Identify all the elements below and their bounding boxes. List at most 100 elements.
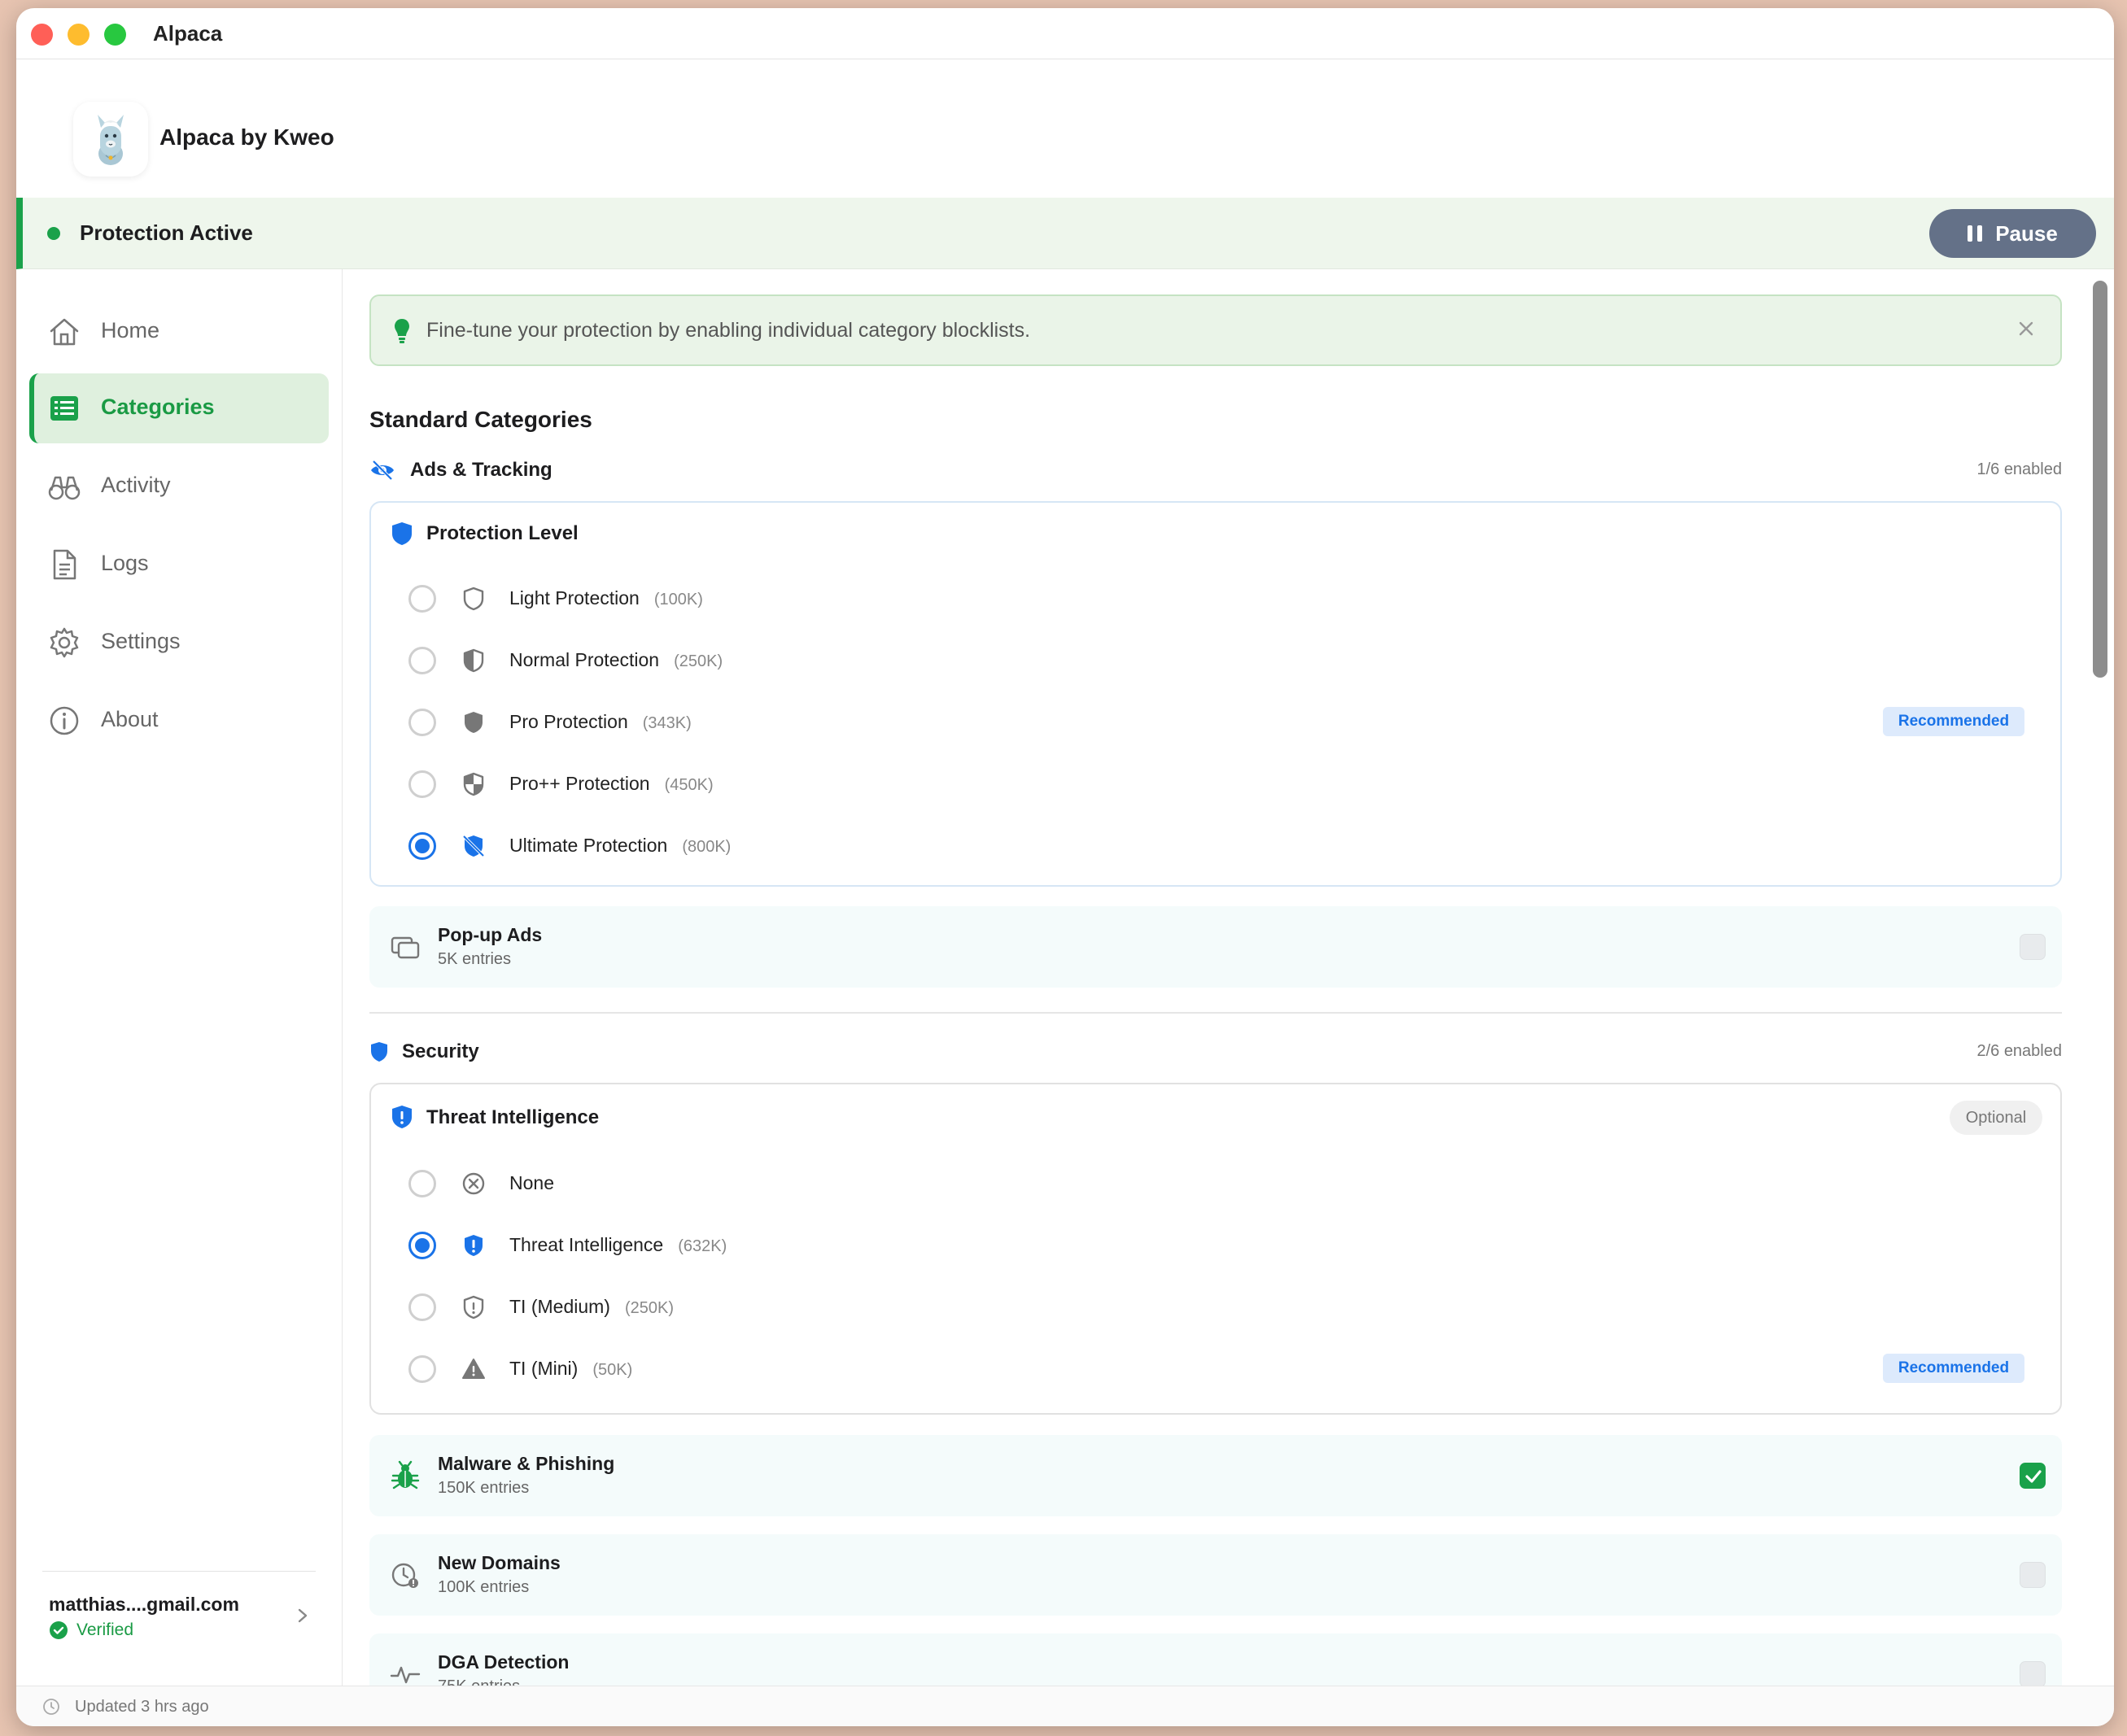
option-ti-mini[interactable]: TI (Mini) (50K) Recommended bbox=[371, 1338, 2060, 1400]
pulse-icon bbox=[390, 1666, 421, 1684]
tip-text: Fine-tune your protection by enabling in… bbox=[426, 319, 1031, 342]
item-title: New Domains bbox=[438, 1552, 561, 1573]
option-label: Pro++ Protection (450K) bbox=[509, 773, 714, 794]
list-icon bbox=[50, 396, 78, 421]
close-window-button[interactable] bbox=[31, 24, 53, 46]
radio-button-selected[interactable] bbox=[408, 1232, 436, 1259]
option-pro-protection[interactable]: Pro Protection (343K) Recommended bbox=[371, 691, 2060, 753]
shield-outline-icon bbox=[463, 587, 484, 611]
pause-icon bbox=[1968, 225, 1983, 242]
sidebar-item-logs[interactable]: Logs bbox=[29, 530, 329, 600]
sidebar-item-home[interactable]: Home bbox=[29, 297, 329, 367]
check-circle-icon bbox=[50, 1621, 68, 1639]
option-label: Normal Protection (250K) bbox=[509, 649, 723, 670]
windows-icon bbox=[391, 936, 420, 959]
shield-icon bbox=[371, 1042, 387, 1062]
home-icon bbox=[50, 318, 79, 346]
shield-slash-icon bbox=[462, 835, 485, 857]
option-label: Ultimate Protection (800K) bbox=[509, 835, 732, 856]
card-title: Protection Level bbox=[426, 522, 579, 544]
item-title: Pop-up Ads bbox=[438, 924, 543, 945]
sidebar-item-label: About bbox=[101, 707, 159, 731]
radio-button[interactable] bbox=[408, 1293, 436, 1321]
protection-level-card: Protection Level Light Protection (100K) … bbox=[369, 501, 2062, 887]
sidebar-item-about[interactable]: About bbox=[29, 686, 329, 756]
checkbox[interactable] bbox=[2020, 1562, 2046, 1588]
item-subtitle: 100K entries bbox=[438, 1578, 530, 1596]
option-none[interactable]: None bbox=[371, 1153, 2060, 1215]
scrollbar-thumb[interactable] bbox=[2093, 281, 2107, 678]
sidebar-item-label: Logs bbox=[101, 551, 149, 575]
radio-button[interactable] bbox=[408, 1170, 436, 1197]
sidebar-item-activity[interactable]: Activity bbox=[29, 451, 329, 521]
option-light-protection[interactable]: Light Protection (100K) bbox=[371, 568, 2060, 630]
option-normal-protection[interactable]: Normal Protection (250K) bbox=[371, 630, 2060, 691]
sidebar-item-label: Activity bbox=[101, 473, 171, 497]
option-label: TI (Mini) (50K) bbox=[509, 1358, 633, 1379]
close-icon[interactable] bbox=[2016, 319, 2036, 338]
option-ultimate-protection[interactable]: Ultimate Protection (800K) bbox=[371, 815, 2060, 877]
checkmark-icon bbox=[2025, 1470, 2042, 1483]
radio-button[interactable] bbox=[408, 709, 436, 736]
maximize-window-button[interactable] bbox=[104, 24, 126, 46]
chevron-right-icon[interactable] bbox=[293, 1603, 312, 1628]
radio-button-selected[interactable] bbox=[408, 832, 436, 860]
checkbox[interactable] bbox=[2020, 1661, 2046, 1686]
item-subtitle: 150K entries bbox=[438, 1479, 530, 1497]
radio-button[interactable] bbox=[408, 770, 436, 798]
option-pro-plus-protection[interactable]: Pro++ Protection (450K) bbox=[371, 753, 2060, 815]
sidebar-item-label: Home bbox=[101, 318, 160, 342]
category-label: Ads & Tracking bbox=[410, 459, 552, 481]
category-header-security: Security 2/6 enabled bbox=[369, 1036, 2062, 1068]
option-label: TI (Medium) (250K) bbox=[509, 1296, 674, 1317]
item-title: DGA Detection bbox=[438, 1651, 570, 1673]
radio-button[interactable] bbox=[408, 1355, 436, 1383]
sidebar-item-settings[interactable]: Settings bbox=[29, 608, 329, 678]
checkbox-checked[interactable] bbox=[2020, 1463, 2046, 1489]
checkbox[interactable] bbox=[2020, 934, 2046, 960]
sidebar-item-label: Settings bbox=[101, 629, 181, 653]
pause-button[interactable]: Pause bbox=[1929, 209, 2096, 258]
section-title: Standard Categories bbox=[369, 407, 592, 432]
shield-alert-outline-icon bbox=[463, 1295, 484, 1319]
section-divider bbox=[369, 1012, 2062, 1014]
gear-icon bbox=[50, 627, 79, 658]
brand-name: Alpaca by Kweo bbox=[159, 124, 334, 150]
shield-half-icon bbox=[463, 648, 484, 673]
category-item-malware-phishing[interactable]: Malware & Phishing 150K entries bbox=[369, 1435, 2062, 1516]
item-title: Malware & Phishing bbox=[438, 1453, 615, 1474]
category-item-new-domains[interactable]: New Domains 100K entries bbox=[369, 1534, 2062, 1616]
item-subtitle: 75K entries bbox=[438, 1677, 520, 1686]
threat-intelligence-card: Threat Intelligence Optional None Threat… bbox=[369, 1083, 2062, 1415]
category-header-ads: Ads & Tracking 1/6 enabled bbox=[369, 454, 2062, 486]
category-item-dga-detection[interactable]: DGA Detection 75K entries bbox=[369, 1633, 2062, 1686]
clock-alert-icon bbox=[391, 1563, 418, 1588]
clock-icon bbox=[43, 1699, 59, 1715]
document-icon bbox=[53, 549, 76, 580]
verified-label: Verified bbox=[76, 1620, 134, 1639]
alpaca-logo-icon bbox=[73, 102, 148, 177]
radio-button[interactable] bbox=[408, 647, 436, 674]
shield-alert-icon bbox=[392, 1106, 412, 1128]
status-footer: Updated 3 hrs ago bbox=[16, 1686, 2114, 1726]
option-label: Pro Protection (343K) bbox=[509, 711, 692, 732]
status-dot-icon bbox=[47, 227, 60, 240]
account-email[interactable]: matthias....gmail.com bbox=[49, 1594, 239, 1616]
sidebar-item-categories[interactable]: Categories bbox=[29, 373, 329, 443]
shield-quarter-icon bbox=[463, 772, 484, 796]
option-ti-medium[interactable]: TI (Medium) (250K) bbox=[371, 1276, 2060, 1338]
minimize-window-button[interactable] bbox=[68, 24, 90, 46]
sidebar-divider bbox=[42, 1571, 316, 1572]
tip-banner: Fine-tune your protection by enabling in… bbox=[369, 294, 2062, 366]
title-bar: Alpaca bbox=[16, 8, 2114, 59]
app-header: Alpaca by Kweo bbox=[16, 59, 2114, 198]
option-threat-intelligence[interactable]: Threat Intelligence (632K) bbox=[371, 1215, 2060, 1276]
category-label: Security bbox=[402, 1040, 479, 1062]
sidebar-item-label: Categories bbox=[101, 395, 215, 419]
category-item-popup-ads[interactable]: Pop-up Ads 5K entries bbox=[369, 906, 2062, 988]
option-label: Light Protection (100K) bbox=[509, 587, 703, 608]
recommended-badge: Recommended bbox=[1883, 707, 2024, 736]
radio-button[interactable] bbox=[408, 585, 436, 613]
info-icon bbox=[50, 706, 79, 735]
status-text: Protection Active bbox=[80, 220, 253, 245]
